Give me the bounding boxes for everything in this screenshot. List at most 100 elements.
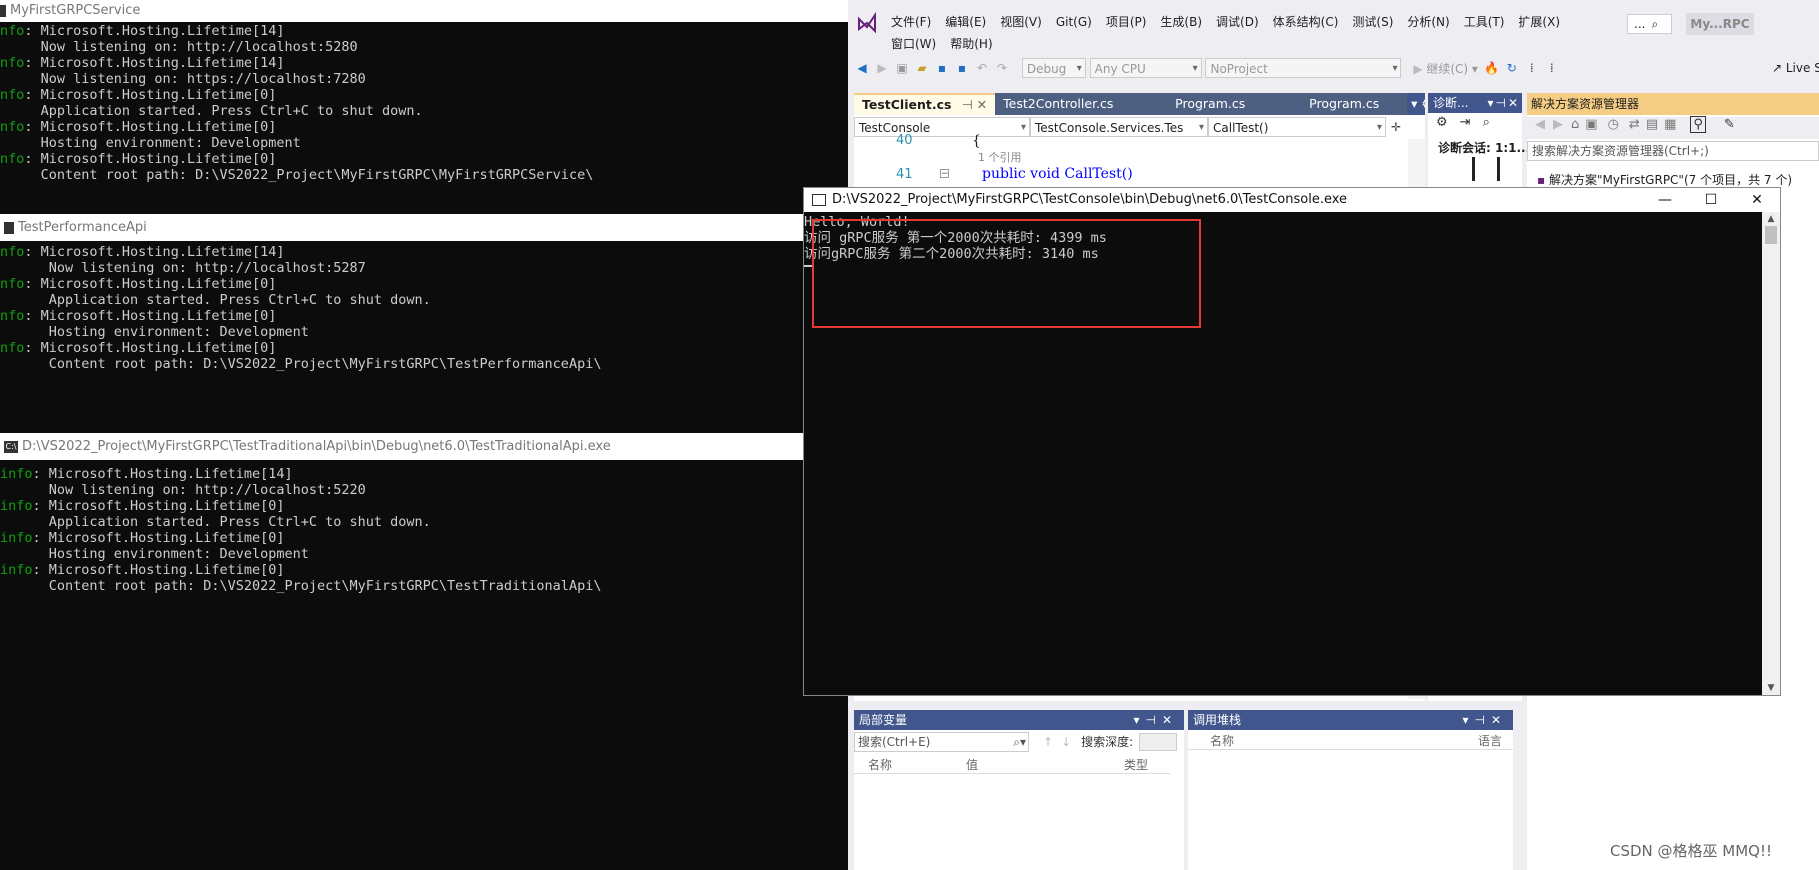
refresh-icon[interactable]: ↻	[1503, 59, 1521, 77]
menu-file[interactable]: 文件(F)	[884, 13, 938, 30]
menu-test[interactable]: 测试(S)	[1345, 13, 1400, 30]
log-text: Content root path: D:\VS2022_Project\MyF…	[0, 167, 594, 183]
log-text: : Microsoft.Hosting.Lifetime[0]	[24, 119, 277, 135]
up-arrow-icon[interactable]: ↑	[1043, 735, 1053, 749]
home-icon[interactable]: ⌂	[1571, 117, 1579, 132]
menu-help[interactable]: 帮助(H)	[943, 35, 999, 52]
menu-debug[interactable]: 调试(D)	[1209, 13, 1266, 30]
platform-dropdown[interactable]: Any CPU	[1089, 58, 1202, 79]
forward-icon[interactable]: ▶	[1553, 117, 1563, 132]
console-line: info: Microsoft.Hosting.Lifetime[0]	[0, 498, 850, 514]
back-icon[interactable]: ◀	[853, 59, 871, 77]
redo-icon[interactable]: ↷	[993, 59, 1011, 77]
perf-window-titlebar[interactable]: TestPerformanceApi	[0, 217, 805, 239]
menu-project[interactable]: 项目(P)	[1099, 13, 1154, 30]
properties-icon[interactable]: ✎	[1724, 117, 1735, 132]
col-name[interactable]: 名称	[868, 756, 892, 773]
collapse-icon[interactable]: −	[940, 169, 949, 179]
client-scrollbar[interactable]: ▲ ▼	[1762, 212, 1780, 695]
open-folder-icon[interactable]: ▰	[913, 59, 931, 77]
panel-controls-icon[interactable]: ▾⊣✕	[1133, 710, 1178, 730]
nav-project-dropdown[interactable]: TestConsole	[854, 117, 1030, 138]
save-icon[interactable]: ▪	[933, 59, 951, 77]
log-text: : Microsoft.Hosting.Lifetime[14]	[24, 23, 285, 39]
menu-architecture[interactable]: 体系结构(C)	[1266, 13, 1346, 30]
search-depth-dropdown[interactable]	[1139, 733, 1178, 751]
split-icon[interactable]: ✛	[1387, 118, 1405, 136]
locals-column-headers: 名称 值 类型	[854, 756, 1170, 774]
menu-edit[interactable]: 编辑(E)	[938, 13, 993, 30]
panel-controls-icon[interactable]: ▾⊣✕	[1462, 710, 1507, 730]
col-value[interactable]: 值	[966, 756, 978, 773]
log-text: Content root path: D:\VS2022_Project\MyF…	[0, 578, 602, 594]
callstack-header[interactable]: 调用堆栈 ▾⊣✕	[1188, 710, 1513, 730]
service-window-titlebar[interactable]: MyFirstGRPCService	[0, 0, 848, 22]
tab-testclient[interactable]: TestClient.cs ⊣ ✕	[854, 93, 996, 115]
show-all-icon[interactable]: ▦	[1664, 117, 1676, 132]
log-text: : Microsoft.Hosting.Lifetime[0]	[32, 530, 285, 546]
nav-member-dropdown[interactable]: CallTest()	[1208, 117, 1386, 138]
export-icon[interactable]: ⇥	[1460, 115, 1471, 130]
project-dropdown[interactable]: NoProject	[1205, 58, 1402, 79]
code-brace: {	[972, 133, 981, 149]
tab-program-2[interactable]: Program.cs	[1301, 93, 1408, 115]
step-icon[interactable]: ⁞	[1523, 59, 1541, 77]
down-arrow-icon[interactable]: ↓	[1061, 735, 1071, 749]
scroll-up-icon[interactable]: ▲	[1762, 212, 1780, 226]
menu-tools[interactable]: 工具(T)	[1457, 13, 1512, 30]
new-item-icon[interactable]: ▣	[893, 59, 911, 77]
solution-explorer-header[interactable]: 解决方案资源管理器	[1527, 93, 1819, 115]
console-icon	[0, 4, 6, 17]
minimize-icon[interactable]: —	[1642, 188, 1688, 212]
pin-icon[interactable]: ⊣ ✕	[962, 97, 987, 112]
continue-button[interactable]: ▶ 继续(C) ▾	[1413, 60, 1478, 77]
maximize-icon[interactable]: ☐	[1688, 188, 1734, 212]
log-text: Application started. Press Ctrl+C to shu…	[0, 292, 431, 308]
step-over-icon[interactable]: ⁞	[1543, 59, 1561, 77]
col-name[interactable]: 名称	[1210, 732, 1234, 749]
switch-views-icon[interactable]: ▣	[1585, 117, 1597, 132]
tab-overflow-icon[interactable]: ▾ ⚙	[1407, 93, 1425, 115]
nav-class-dropdown[interactable]: TestConsole.Services.Tes	[1030, 117, 1208, 138]
collapse-all-icon[interactable]: ▤	[1646, 117, 1658, 132]
col-lang[interactable]: 语言	[1478, 732, 1502, 749]
menu-build[interactable]: 生成(B)	[1153, 13, 1209, 30]
solution-search[interactable]: 搜索解决方案资源管理器(Ctrl+;)	[1527, 141, 1819, 161]
config-dropdown[interactable]: Debug	[1021, 58, 1086, 79]
reference-count[interactable]: 1 个引用	[978, 149, 1022, 165]
history-icon[interactable]: ◷	[1608, 117, 1619, 132]
live-share-button[interactable]: ↗ Live S	[1772, 61, 1819, 75]
scroll-thumb[interactable]	[1765, 226, 1777, 244]
menu-analyze[interactable]: 分析(N)	[1400, 13, 1456, 30]
settings-icon[interactable]: ⚙	[1436, 115, 1448, 130]
forward-icon[interactable]: ▶	[873, 59, 891, 77]
menu-extensions[interactable]: 扩展(X)	[1511, 13, 1567, 30]
back-icon[interactable]: ◀	[1535, 117, 1545, 132]
zoom-icon[interactable]: ⌕	[1483, 115, 1490, 130]
client-window-titlebar[interactable]: D:\VS2022_Project\MyFirstGRPC\TestConsol…	[804, 188, 1780, 212]
log-text: Hosting environment: Development	[0, 135, 301, 151]
locals-title: 局部变量	[859, 713, 908, 727]
log-text: Application started. Press Ctrl+C to shu…	[0, 514, 431, 530]
panel-controls-icon[interactable]: ▾⊣✕	[1487, 93, 1520, 113]
scroll-down-icon[interactable]: ▼	[1762, 681, 1780, 695]
locals-header[interactable]: 局部变量 ▾⊣✕	[854, 710, 1184, 730]
filter-icon[interactable]: ⚲	[1690, 116, 1706, 133]
menu-git[interactable]: Git(G)	[1049, 15, 1099, 29]
sync-icon[interactable]: ⇄	[1629, 117, 1640, 132]
vs-search-box[interactable]: ... ⌕	[1627, 14, 1672, 34]
locals-search-input[interactable]: 搜索(Ctrl+E) ⌕▾	[854, 732, 1029, 752]
hot-reload-icon[interactable]: 🔥	[1483, 59, 1501, 77]
menu-window[interactable]: 窗口(W)	[884, 35, 943, 52]
tab-program-1[interactable]: Program.cs	[1167, 93, 1302, 115]
save-all-icon[interactable]: ▪	[953, 59, 971, 77]
solution-root-item[interactable]: ▪ 解决方案"MyFirstGRPC"(7 个项目，共 7 个)	[1537, 171, 1792, 188]
diagnostics-header[interactable]: 诊断... ▾⊣✕	[1428, 93, 1522, 113]
undo-icon[interactable]: ↶	[973, 59, 991, 77]
close-icon[interactable]: ✕	[1734, 188, 1780, 212]
menu-view[interactable]: 视图(V)	[993, 13, 1049, 30]
trad-window-titlebar[interactable]: C:\ D:\VS2022_Project\MyFirstGRPC\TestTra…	[0, 436, 805, 458]
tab-test2controller[interactable]: Test2Controller.cs	[995, 93, 1168, 115]
col-type[interactable]: 类型	[1124, 756, 1148, 773]
solution-root-label: 解决方案"MyFirstGRPC"(7 个项目，共 7 个)	[1548, 173, 1793, 187]
